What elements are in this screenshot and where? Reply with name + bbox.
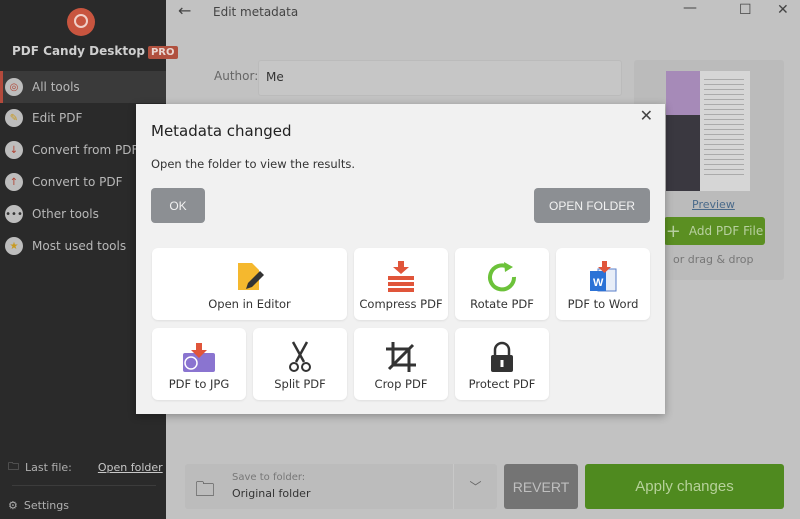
plus-icon: + [665,220,681,242]
jpg-icon [183,343,215,372]
close-window-icon[interactable]: ✕ [777,2,789,18]
dialog-title: Metadata changed [151,122,292,140]
divider [12,485,156,486]
apply-changes-button[interactable]: Apply changes [585,464,784,509]
tool-protect-pdf[interactable]: Protect PDF [455,328,549,400]
tool-label: Crop PDF [374,377,428,391]
crop-icon [386,342,416,372]
save-value: Original folder [232,487,311,500]
close-icon[interactable]: ✕ [640,106,653,125]
save-to-folder-select[interactable]: 🗀 Save to folder: Original folder ﹀ [185,464,497,509]
lock-icon [491,341,513,372]
word-icon: W [590,261,617,292]
tool-label: PDF to JPG [168,377,230,391]
sidebar-item-label: Convert from PDF [32,143,139,157]
tool-open-in-editor[interactable]: Open in Editor [152,248,347,320]
tool-label: Compress PDF [359,297,443,311]
tool-pdf-to-jpg[interactable]: PDF to JPG [152,328,246,400]
open-folder-button[interactable]: OPEN FOLDER [534,188,650,223]
ok-button[interactable]: OK [151,188,205,223]
preview-link[interactable]: Preview [692,198,735,211]
last-file: 🗀 Last file: Open folder [8,458,163,477]
author-field[interactable]: Me [258,60,622,96]
sidebar-item-label: All tools [32,80,80,94]
metadata-changed-dialog: ✕ Metadata changed Open the folder to vi… [136,104,665,414]
open-folder-link[interactable]: Open folder [98,461,163,474]
tool-split-pdf[interactable]: Split PDF [253,328,347,400]
tool-label: Split PDF [274,377,326,391]
tool-label: Open in Editor [208,297,291,311]
drag-drop-text: or drag & drop [673,253,754,266]
sidebar-item-label: Convert to PDF [32,175,123,189]
pdf-candy-logo [67,8,95,36]
folder-icon: 🗀 [8,460,19,473]
sidebar-item-all-tools[interactable]: ◎ All tools [0,71,166,103]
add-pdf-label: Add PDF File [688,224,764,238]
tool-compress-pdf[interactable]: Compress PDF [354,248,448,320]
settings-label: Settings [23,499,69,512]
dialog-message: Open the folder to view the results. [151,157,355,171]
arrow-up-icon: ↑ [5,173,23,191]
author-label: Author: [214,69,259,83]
sidebar-item-label: Other tools [32,207,99,221]
rotate-icon [488,262,517,292]
tool-crop-pdf[interactable]: Crop PDF [354,328,448,400]
arrow-down-icon: ↓ [5,141,23,159]
minimize-icon[interactable]: — [683,0,697,16]
pro-badge: PRO [147,46,178,59]
sidebar-item-label: Edit PDF [32,111,83,125]
gear-icon: ⚙ [8,499,18,512]
compress-icon [388,261,414,292]
tool-rotate-pdf[interactable]: Rotate PDF [455,248,549,320]
tool-label: PDF to Word [567,297,639,311]
edit-icon: ✎ [5,109,23,127]
scissors-icon [289,341,311,372]
maximize-icon[interactable]: ☐ [739,2,752,18]
brand-name: PDF Candy Desktop [12,44,145,58]
svg-text:W: W [593,277,604,289]
more-icon: ••• [5,205,23,223]
lollipop-icon: ◎ [5,78,23,96]
tool-pdf-to-word[interactable]: W PDF to Word [556,248,650,320]
back-arrow-icon[interactable]: ← [178,1,191,20]
last-file-label: Last file: [25,461,72,474]
editor-icon [237,263,264,290]
header: ← Edit metadata [166,0,800,24]
star-icon: ★ [5,237,23,255]
page-title: Edit metadata [213,5,299,19]
settings-button[interactable]: ⚙ Settings [8,499,69,512]
folder-icon: 🗀 [195,477,215,501]
tool-label: Protect PDF [468,377,536,391]
save-label: Save to folder: [232,472,306,483]
tool-label: Rotate PDF [470,297,534,311]
add-pdf-file-button[interactable]: + Add PDF File [664,217,765,245]
brand: PDF Candy Desktop PRO [12,44,178,59]
revert-button[interactable]: REVERT [504,464,578,509]
sidebar-item-label: Most used tools [32,239,127,253]
pdf-thumbnail [666,71,750,191]
chevron-down-icon[interactable]: ﹀ [453,464,497,509]
